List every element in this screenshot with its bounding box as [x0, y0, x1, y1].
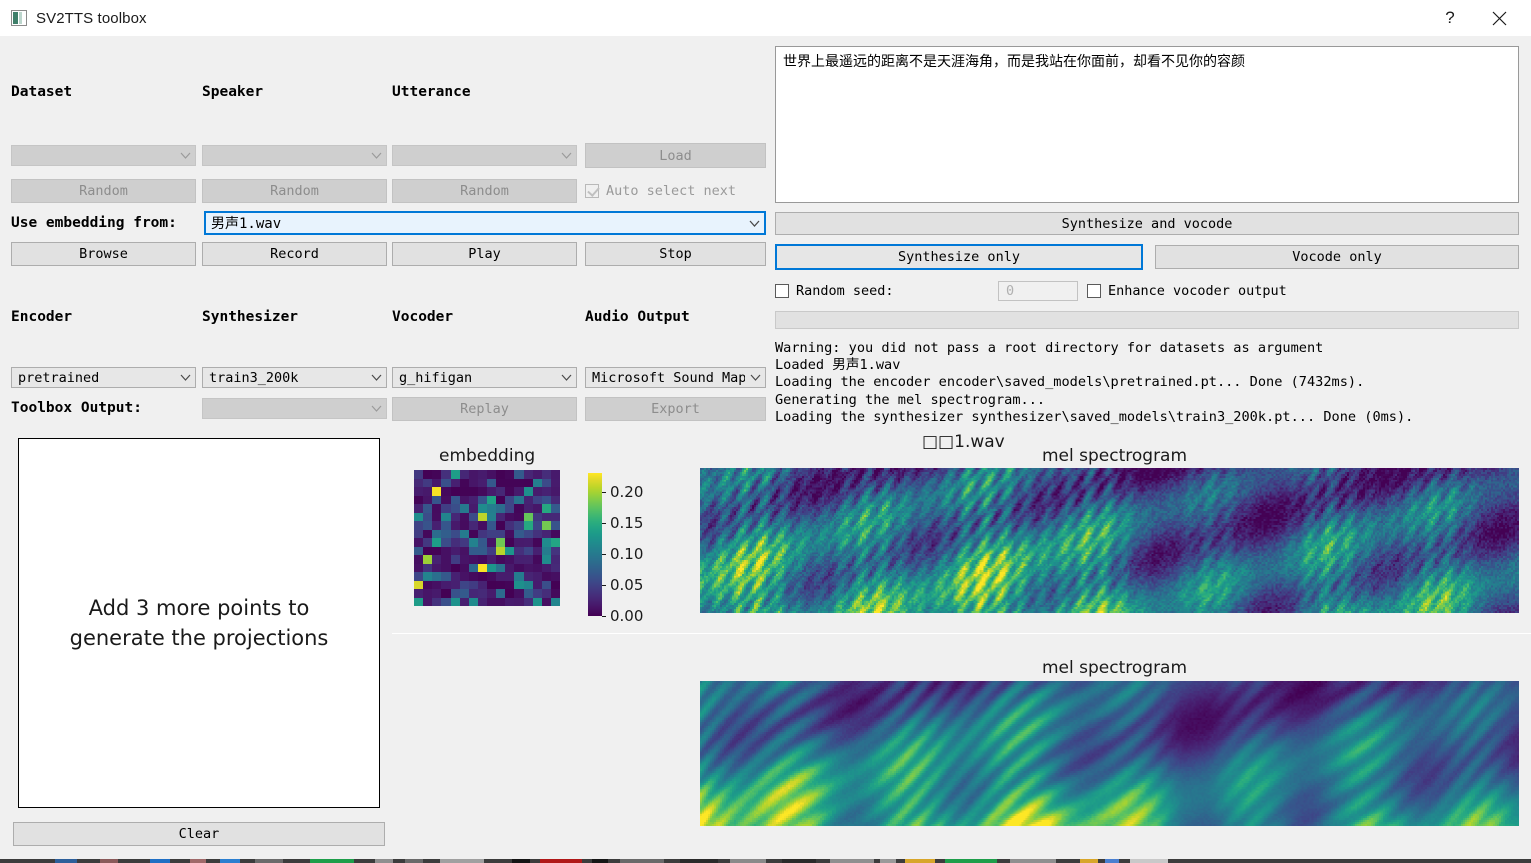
- synthesizer-label: Synthesizer: [202, 309, 298, 325]
- use-embedding-combo[interactable]: 男声1.wav: [204, 211, 766, 235]
- help-icon: ?: [1445, 8, 1454, 28]
- synthesize-and-vocode-button[interactable]: Synthesize and vocode: [775, 212, 1519, 235]
- audio-output-combo[interactable]: Microsoft Sound Mapp: [585, 367, 766, 388]
- random-seed-input[interactable]: 0: [998, 281, 1078, 301]
- colorbar-tick-label: 0.00: [610, 607, 643, 625]
- projections-plot[interactable]: Add 3 more points togenerate the project…: [18, 438, 380, 808]
- colorbar-tick-mark: [602, 492, 606, 493]
- checkbox-icon: [775, 284, 789, 298]
- application-window: SV2TTS toolbox ? Dataset Speaker Utteran…: [0, 0, 1531, 863]
- synthesizer-combo[interactable]: train3_200k: [202, 367, 387, 388]
- use-embedding-label: Use embedding from:: [11, 215, 177, 231]
- chevron-down-icon: [744, 213, 764, 233]
- encoder-combo[interactable]: pretrained: [11, 367, 196, 388]
- log-output: Warning: you did not pass a root directo…: [775, 340, 1519, 430]
- projections-message: Add 3 more points togenerate the project…: [70, 593, 329, 653]
- colorbar-tick-mark: [602, 523, 606, 524]
- generated-mel-title: mel spectrogram: [1042, 658, 1187, 678]
- checkbox-icon: [1087, 284, 1101, 298]
- utterance-label: Utterance: [392, 84, 471, 100]
- close-button[interactable]: [1473, 0, 1525, 36]
- vocode-only-button[interactable]: Vocode only: [1155, 245, 1519, 269]
- chevron-down-icon: [366, 146, 386, 165]
- random-dataset-button[interactable]: Random: [11, 179, 196, 203]
- embedding-colorbar: [588, 473, 602, 616]
- auto-select-next-checkbox[interactable]: Auto select next: [585, 183, 736, 199]
- colorbar-tick-label: 0.15: [610, 514, 643, 532]
- help-button[interactable]: ?: [1427, 0, 1473, 36]
- dataset-combo[interactable]: [11, 145, 196, 166]
- window-title: SV2TTS toolbox: [36, 10, 147, 27]
- random-seed-value: 0: [1006, 283, 1014, 299]
- load-button[interactable]: Load: [585, 143, 766, 168]
- chevron-down-icon: [556, 146, 576, 165]
- title-bar: SV2TTS toolbox ?: [0, 0, 1531, 36]
- speaker-combo[interactable]: [202, 145, 387, 166]
- text-input[interactable]: 世界上最遥远的距离不是天涯海角，而是我站在你面前，却看不见你的容颜: [775, 46, 1519, 203]
- vocoder-label: Vocoder: [392, 309, 453, 325]
- colorbar-tick-label: 0.10: [610, 545, 643, 563]
- synthesizer-combo-value: train3_200k: [209, 370, 366, 386]
- browse-button[interactable]: Browse: [11, 242, 196, 266]
- panel-divider: [392, 633, 1531, 634]
- enhance-vocoder-label: Enhance vocoder output: [1108, 283, 1287, 299]
- vocoder-combo-value: g_hifigan: [399, 370, 556, 386]
- record-button[interactable]: Record: [202, 242, 387, 266]
- chevron-down-icon: [175, 146, 195, 165]
- text-input-value: 世界上最遥远的距离不是天涯海角，而是我站在你面前，却看不见你的容颜: [776, 47, 1518, 77]
- source-mel-spectrogram: [700, 468, 1519, 613]
- source-mel-title: mel spectrogram: [1042, 446, 1187, 466]
- taskbar-strip: [0, 859, 1531, 863]
- colorbar-tick-label: 0.05: [610, 576, 643, 594]
- audio-output-label: Audio Output: [585, 309, 690, 325]
- auto-select-next-label: Auto select next: [606, 183, 736, 199]
- chevron-down-icon: [366, 399, 386, 418]
- colorbar-tick-label: 0.20: [610, 483, 643, 501]
- enhance-vocoder-checkbox[interactable]: Enhance vocoder output: [1087, 283, 1287, 299]
- synthesize-only-button[interactable]: Synthesize only: [775, 244, 1143, 270]
- replay-button[interactable]: Replay: [392, 397, 577, 421]
- colorbar-tick-mark: [602, 585, 606, 586]
- chevron-down-icon: [175, 368, 195, 387]
- audio-output-combo-value: Microsoft Sound Mapp: [592, 370, 745, 386]
- dataset-label: Dataset: [11, 84, 72, 100]
- embedding-heatmap: [414, 470, 560, 606]
- random-speaker-button[interactable]: Random: [202, 179, 387, 203]
- stop-button[interactable]: Stop: [585, 242, 766, 266]
- random-seed-label: Random seed:: [796, 283, 894, 299]
- embedding-title: embedding: [439, 446, 535, 466]
- chevron-down-icon: [366, 368, 386, 387]
- close-icon: [1492, 11, 1507, 26]
- colorbar-tick-mark: [602, 616, 606, 617]
- encoder-combo-value: pretrained: [18, 370, 175, 386]
- speaker-label: Speaker: [202, 84, 263, 100]
- export-button[interactable]: Export: [585, 397, 766, 421]
- source-wav-title: □□1.wav: [922, 432, 1005, 452]
- vocoder-combo[interactable]: g_hifigan: [392, 367, 577, 388]
- log-text: Warning: you did not pass a root directo…: [775, 340, 1413, 425]
- clear-button[interactable]: Clear: [13, 822, 385, 846]
- checkbox-icon: [585, 184, 599, 198]
- random-seed-checkbox[interactable]: Random seed:: [775, 283, 894, 299]
- chevron-down-icon: [556, 368, 576, 387]
- toolbox-output-label: Toolbox Output:: [11, 400, 142, 416]
- colorbar-tick-mark: [602, 554, 606, 555]
- encoder-label: Encoder: [11, 309, 72, 325]
- use-embedding-value: 男声1.wav: [211, 213, 744, 233]
- chevron-down-icon: [745, 368, 765, 387]
- app-icon: [11, 10, 27, 26]
- generated-mel-spectrogram: [700, 681, 1519, 826]
- play-button[interactable]: Play: [392, 242, 577, 266]
- random-utterance-button[interactable]: Random: [392, 179, 577, 203]
- utterance-combo[interactable]: [392, 145, 577, 166]
- progress-bar: [775, 311, 1519, 329]
- toolbox-output-combo[interactable]: [202, 398, 387, 419]
